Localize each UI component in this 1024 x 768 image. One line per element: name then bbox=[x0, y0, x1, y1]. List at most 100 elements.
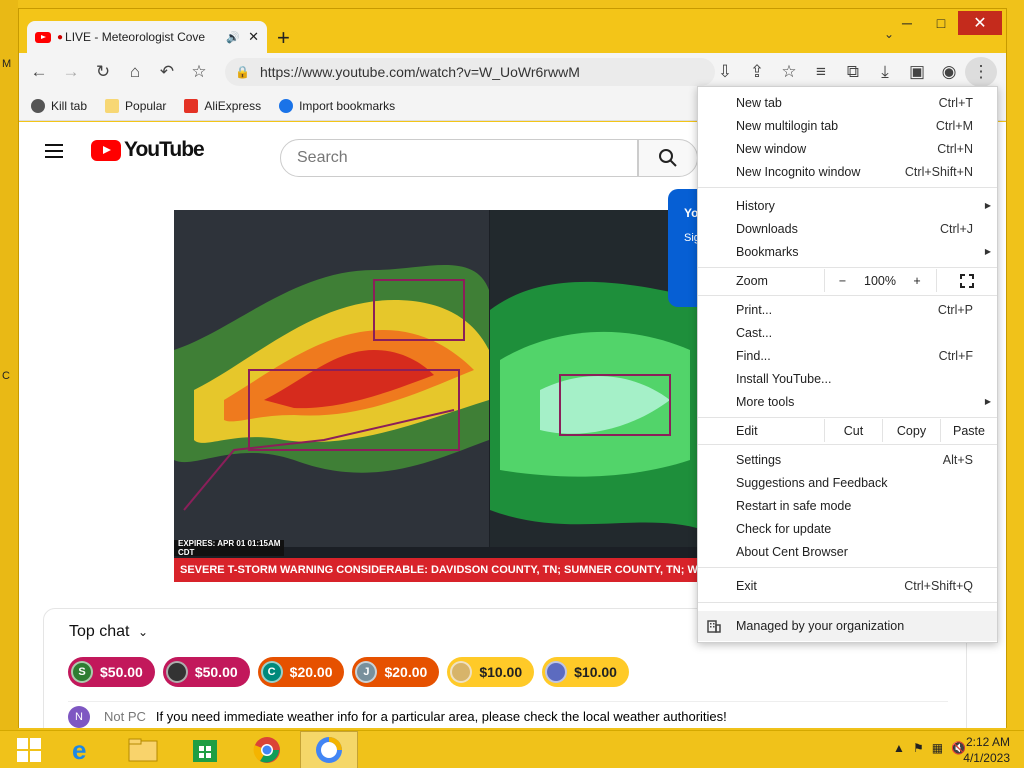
action-center-flag-icon[interactable]: ⚑ bbox=[913, 741, 924, 755]
tab-youtube-live[interactable]: ● LIVE - Meteorologist Cove 🔊 ✕ bbox=[27, 21, 267, 53]
video-player[interactable]: EXPIRES: APR 01 01:15AM CDT SEVERE T-STO… bbox=[174, 210, 704, 582]
menu-item-print[interactable]: Print... Ctrl+P bbox=[698, 298, 997, 321]
search-input[interactable]: Search bbox=[280, 139, 638, 177]
globe-icon bbox=[31, 98, 45, 113]
menu-item-check-update[interactable]: Check for update bbox=[698, 517, 997, 540]
superchat-amount: $20.00 bbox=[289, 664, 333, 680]
menu-item-managed-by-org[interactable]: Managed by your organization bbox=[698, 611, 997, 641]
copy-button[interactable]: Copy bbox=[882, 419, 940, 442]
profile-avatar-icon[interactable]: ◉ bbox=[933, 57, 965, 87]
taskbar-clock[interactable]: 2:12 AM 4/1/2023 bbox=[963, 734, 1010, 766]
menu-item-new-tab[interactable]: New tab Ctrl+T bbox=[698, 91, 997, 114]
top-chat-dropdown[interactable]: Top chat ⌄ bbox=[69, 623, 148, 641]
menu-item-label: Settings bbox=[736, 452, 782, 467]
menu-item-new-multilogin-tab[interactable]: New multilogin tab Ctrl+M bbox=[698, 114, 997, 137]
clock-time: 2:12 AM bbox=[965, 735, 1010, 749]
show-hidden-icons-icon[interactable]: ▲ bbox=[893, 741, 905, 755]
menu-item-edit: Edit Cut Copy Paste bbox=[698, 419, 997, 442]
menu-item-restart-safe-mode[interactable]: Restart in safe mode bbox=[698, 494, 997, 517]
reading-list-icon[interactable]: ≡ bbox=[805, 57, 837, 87]
chat-text: If you need immediate weather info for a… bbox=[155, 709, 727, 724]
hamburger-menu-icon[interactable] bbox=[45, 144, 63, 158]
download-icon[interactable]: ⤓ bbox=[869, 57, 901, 87]
menu-item-install-youtube[interactable]: Install YouTube... bbox=[698, 367, 997, 390]
menu-item-more-tools[interactable]: More tools ▶ bbox=[698, 390, 997, 413]
bookmark-popular[interactable]: Popular bbox=[105, 98, 166, 113]
submenu-arrow-icon: ▶ bbox=[984, 201, 991, 210]
superchat-amount: $50.00 bbox=[100, 664, 143, 680]
zoom-in-button[interactable]: + bbox=[900, 269, 934, 292]
youtube-wordmark: YouTube bbox=[124, 138, 205, 161]
superchat-chip[interactable]: $10.00 bbox=[542, 657, 629, 687]
fullscreen-icon[interactable] bbox=[936, 269, 997, 292]
back-icon[interactable]: ← bbox=[23, 57, 55, 87]
new-tab-button[interactable]: + bbox=[277, 25, 290, 51]
menu-item-suggestions-feedback[interactable]: Suggestions and Feedback bbox=[698, 471, 997, 494]
share-icon[interactable]: ⇪ bbox=[741, 57, 773, 87]
close-window-button[interactable]: ✕ bbox=[958, 11, 1002, 35]
menu-item-about[interactable]: About Cent Browser bbox=[698, 540, 997, 563]
install-app-icon[interactable]: ⇩ bbox=[709, 57, 741, 87]
reload-icon[interactable]: ↻ bbox=[87, 57, 119, 87]
chrome-icon[interactable] bbox=[238, 731, 296, 768]
url-text[interactable]: https://www.youtube.com/watch?v=W_UoWr6r… bbox=[260, 64, 580, 80]
side-panel-icon[interactable]: ▣ bbox=[901, 57, 933, 87]
svg-text:e: e bbox=[72, 735, 86, 765]
forward-icon[interactable]: → bbox=[55, 57, 87, 87]
undo-close-tab-icon[interactable]: ↶ bbox=[151, 57, 183, 87]
superchat-chip[interactable]: J $20.00 bbox=[352, 657, 440, 687]
superchat-chip[interactable]: $10.00 bbox=[447, 657, 535, 687]
store-icon[interactable] bbox=[176, 731, 234, 768]
menu-item-bookmarks[interactable]: Bookmarks ▶ bbox=[698, 240, 997, 263]
tab-close-icon[interactable]: ✕ bbox=[248, 29, 259, 45]
menu-item-exit[interactable]: Exit Ctrl+Shift+Q bbox=[698, 574, 997, 597]
bookmark-import[interactable]: Import bookmarks bbox=[279, 98, 395, 113]
start-button[interactable] bbox=[0, 731, 58, 768]
bookmark-aliexpress[interactable]: AliExpress bbox=[184, 98, 261, 113]
minimize-button[interactable]: ─ bbox=[890, 11, 924, 35]
youtube-logo[interactable]: YouTube bbox=[91, 138, 205, 162]
menu-item-label: Cast... bbox=[736, 325, 773, 340]
youtube-play-icon bbox=[91, 139, 121, 161]
home-icon[interactable]: ⌂ bbox=[119, 57, 151, 87]
search-button[interactable] bbox=[638, 139, 698, 177]
bookmark-kill-tab[interactable]: Kill tab bbox=[31, 98, 87, 113]
desktop-icon-label[interactable]: C bbox=[2, 370, 10, 382]
youtube-favicon-icon bbox=[35, 31, 51, 43]
menu-divider bbox=[698, 187, 997, 188]
bookmark-star-icon[interactable]: ☆ bbox=[183, 57, 215, 87]
screenshot-icon[interactable]: ⧉ bbox=[837, 57, 869, 87]
menu-item-cast[interactable]: Cast... bbox=[698, 321, 997, 344]
cent-browser-icon[interactable] bbox=[300, 731, 358, 768]
cut-button[interactable]: Cut bbox=[824, 419, 882, 442]
desktop-icon-label[interactable]: M bbox=[2, 58, 11, 70]
superchat-chip[interactable]: S $50.00 bbox=[68, 657, 155, 687]
address-bar[interactable]: 🔒 https://www.youtube.com/watch?v=W_UoWr… bbox=[225, 58, 715, 86]
lock-icon[interactable]: 🔒 bbox=[235, 65, 250, 79]
superchat-chip[interactable]: $50.00 bbox=[162, 657, 250, 687]
zoom-out-button[interactable]: − bbox=[824, 269, 860, 292]
menu-item-new-window[interactable]: New window Ctrl+N bbox=[698, 137, 997, 160]
menu-item-downloads[interactable]: Downloads Ctrl+J bbox=[698, 217, 997, 240]
star-icon[interactable]: ☆ bbox=[773, 57, 805, 87]
chat-author[interactable]: Not PC bbox=[104, 709, 146, 724]
avatar bbox=[450, 661, 473, 683]
menu-item-settings[interactable]: Settings Alt+S bbox=[698, 448, 997, 471]
menu-item-label: Find... bbox=[736, 348, 771, 363]
menu-item-label: Zoom bbox=[736, 273, 768, 288]
paste-button[interactable]: Paste bbox=[940, 419, 997, 442]
menu-item-new-incognito-window[interactable]: New Incognito window Ctrl+Shift+N bbox=[698, 160, 997, 183]
window-controls: ─ □ ✕ bbox=[890, 11, 1002, 35]
maximize-button[interactable]: □ bbox=[924, 11, 958, 35]
avatar: N bbox=[68, 705, 90, 728]
network-icon[interactable]: ▦ bbox=[932, 741, 943, 755]
superchat-chip[interactable]: C $20.00 bbox=[257, 657, 345, 687]
avatar: S bbox=[71, 661, 93, 683]
menu-item-history[interactable]: History ▶ bbox=[698, 194, 997, 217]
file-explorer-icon[interactable] bbox=[114, 731, 172, 768]
menu-item-find[interactable]: Find... Ctrl+F bbox=[698, 344, 997, 367]
radar-map-reflectivity bbox=[174, 210, 489, 547]
internet-explorer-icon[interactable]: e bbox=[52, 731, 110, 768]
audio-playing-icon[interactable]: 🔊 bbox=[226, 31, 240, 44]
menu-kebab-icon[interactable]: ⋮ bbox=[965, 57, 997, 87]
